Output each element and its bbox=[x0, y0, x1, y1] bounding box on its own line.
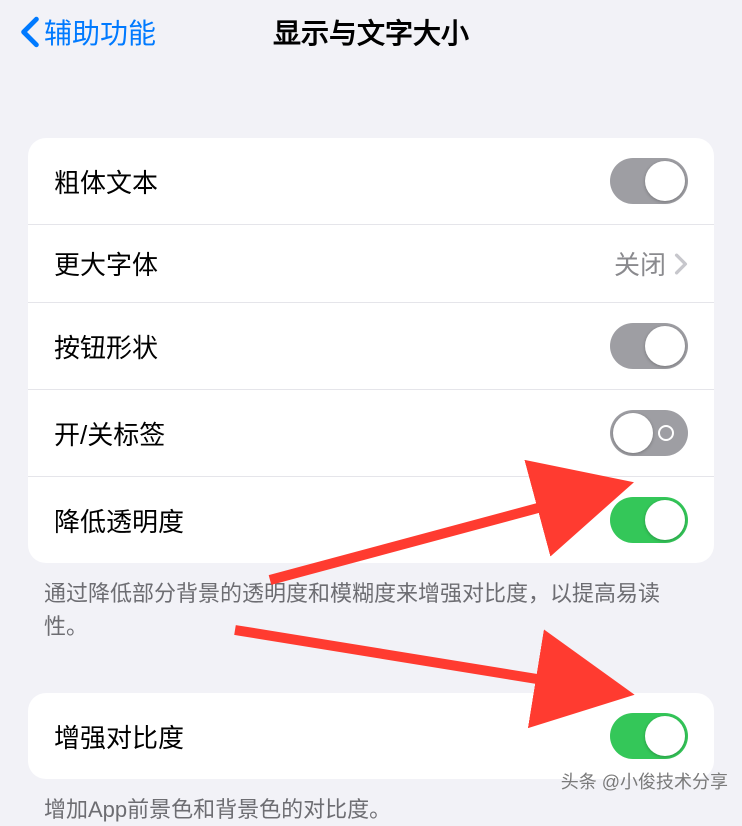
row-label: 降低透明度 bbox=[54, 502, 184, 539]
row-value: 关闭 bbox=[614, 245, 666, 282]
toggle-on-off-labels[interactable] bbox=[610, 410, 688, 456]
watermark: 头条 @小俊技术分享 bbox=[561, 768, 728, 794]
toggle-button-shapes[interactable] bbox=[610, 323, 688, 369]
settings-group-2: 增强对比度 bbox=[28, 693, 714, 779]
row-increase-contrast[interactable]: 增强对比度 bbox=[28, 693, 714, 779]
toggle-reduce-transparency[interactable] bbox=[610, 497, 688, 543]
row-label: 开/关标签 bbox=[54, 415, 165, 452]
page-title: 显示与文字大小 bbox=[273, 12, 469, 52]
row-label: 粗体文本 bbox=[54, 163, 158, 200]
row-reduce-transparency[interactable]: 降低透明度 bbox=[28, 476, 714, 563]
row-label: 增强对比度 bbox=[54, 718, 184, 755]
row-label: 按钮形状 bbox=[54, 328, 158, 365]
toggle-increase-contrast[interactable] bbox=[610, 713, 688, 759]
back-button[interactable]: 辅助功能 bbox=[20, 12, 156, 52]
row-bold-text[interactable]: 粗体文本 bbox=[28, 138, 714, 224]
row-label: 更大字体 bbox=[54, 245, 158, 282]
row-larger-text[interactable]: 更大字体 关闭 bbox=[28, 224, 714, 302]
settings-group-1: 粗体文本 更大字体 关闭 按钮形状 开/关标签 降低透明度 bbox=[28, 138, 714, 563]
toggle-bold-text[interactable] bbox=[610, 158, 688, 204]
back-label: 辅助功能 bbox=[44, 12, 156, 52]
chevron-left-icon bbox=[20, 16, 40, 48]
row-button-shapes[interactable]: 按钮形状 bbox=[28, 302, 714, 389]
chevron-right-icon bbox=[674, 253, 688, 275]
row-on-off-labels[interactable]: 开/关标签 bbox=[28, 389, 714, 476]
toggle-off-mark-icon bbox=[658, 425, 674, 441]
group-footer-1: 通过降低部分背景的透明度和模糊度来增强对比度，以提高易读性。 bbox=[0, 563, 742, 643]
